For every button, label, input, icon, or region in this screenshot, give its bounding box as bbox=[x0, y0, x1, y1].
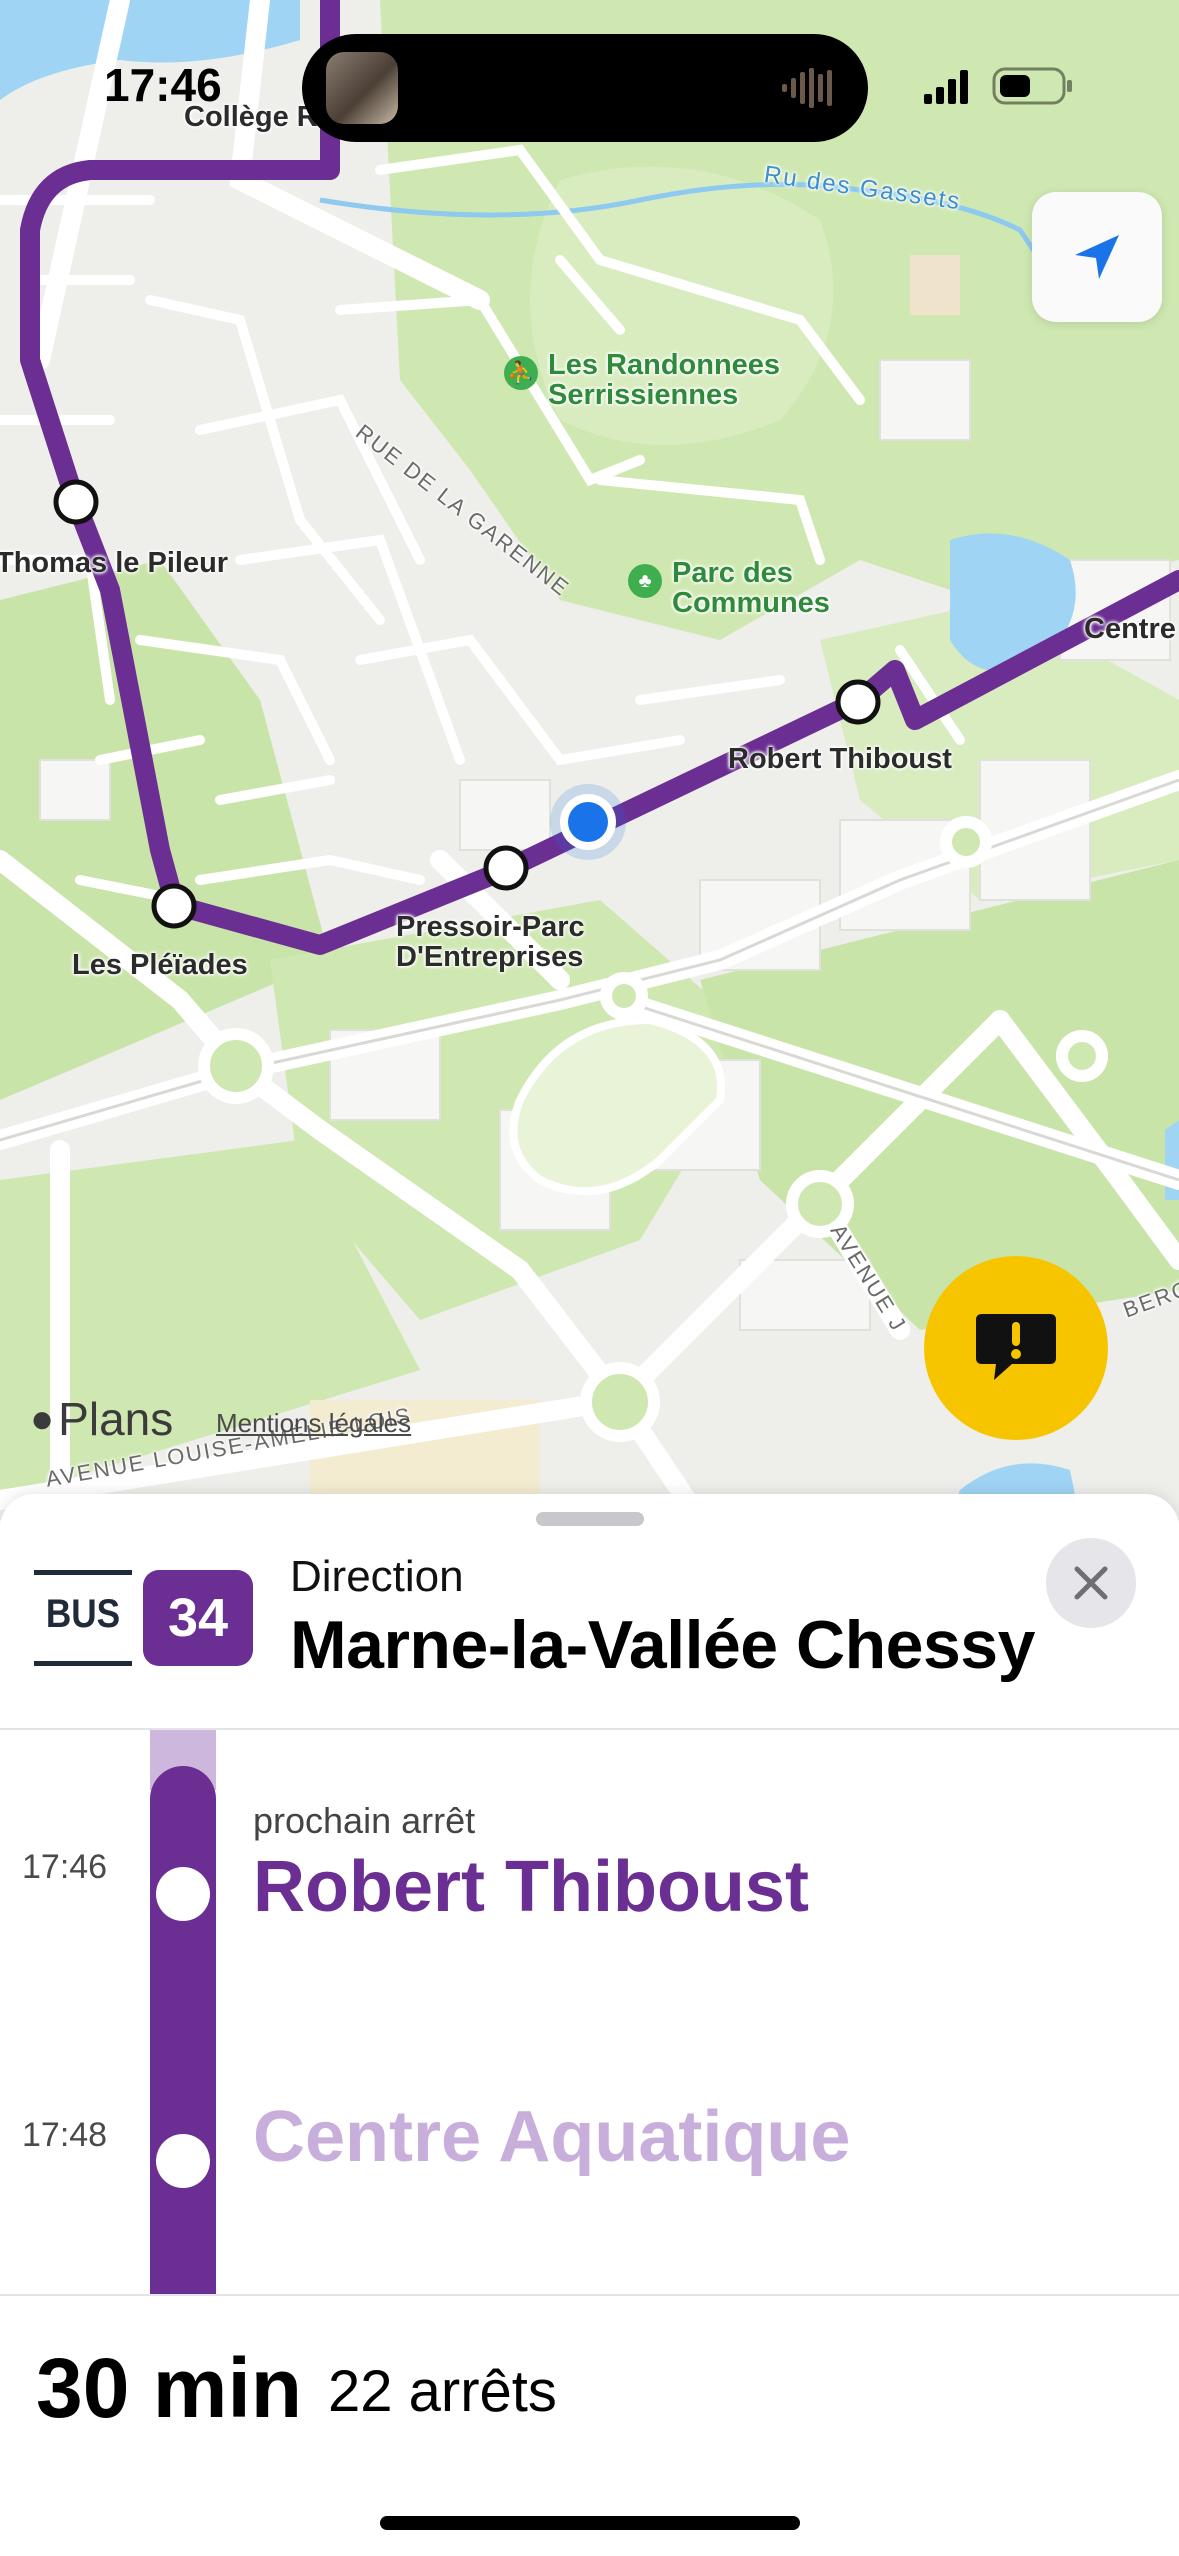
tree-icon: ♣ bbox=[628, 564, 662, 598]
next-stop-label: prochain arrêt bbox=[253, 1800, 476, 1841]
stop-name-future[interactable]: Centre Aquatique bbox=[253, 2096, 850, 2178]
poi-label: Parc des Communes bbox=[672, 557, 830, 620]
stop-time: 17:48 bbox=[22, 2116, 108, 2154]
map-stop-label[interactable]: Pressoir-Parc D'Entreprises bbox=[396, 912, 636, 973]
map-stop-marker bbox=[151, 883, 197, 929]
stops-count: 22 arrêts bbox=[328, 2359, 557, 2424]
battery-icon bbox=[992, 67, 1072, 105]
close-button[interactable] bbox=[1046, 1538, 1136, 1628]
report-issue-button[interactable] bbox=[924, 1256, 1108, 1440]
map-stop-label[interactable]: Centre bbox=[1084, 614, 1176, 645]
poi-randonnees[interactable]: ⛹ Les Randonnees Serrissiennes bbox=[504, 350, 818, 411]
legal-notice-link[interactable]: Mentions légales bbox=[216, 1408, 411, 1439]
bus-mode-label: BUS bbox=[45, 1592, 121, 1636]
stop-marker bbox=[156, 2134, 210, 2188]
line-number-badge: 34 bbox=[143, 1570, 253, 1666]
home-indicator[interactable] bbox=[380, 2516, 800, 2530]
stop-name-next[interactable]: Robert Thiboust bbox=[253, 1846, 809, 1928]
stop-marker bbox=[156, 1867, 210, 1921]
location-arrow-icon bbox=[1075, 235, 1119, 279]
map-stop-label[interactable]: Les Pléïades bbox=[72, 950, 248, 981]
map-stop-marker bbox=[483, 845, 529, 891]
map-stop-label[interactable]: Thomas le Pileur bbox=[0, 548, 228, 579]
direction-label: Direction bbox=[290, 1552, 464, 1601]
locate-me-button[interactable] bbox=[1032, 192, 1162, 322]
audio-waveform-icon bbox=[782, 68, 832, 108]
exclamation-bubble-icon bbox=[976, 1314, 1056, 1380]
close-icon bbox=[1074, 1566, 1108, 1600]
poi-label: Les Randonnees Serrissiennes bbox=[548, 349, 781, 412]
poi-parc[interactable]: ♣ Parc des Communes bbox=[628, 558, 872, 619]
route-progress-bar bbox=[150, 1766, 216, 2294]
apple-logo-icon: ● bbox=[30, 1396, 55, 1441]
user-location-dot bbox=[568, 802, 608, 842]
bus-mode-icon: BUS bbox=[34, 1570, 132, 1666]
hiking-icon: ⛹ bbox=[504, 356, 538, 390]
divider bbox=[0, 2294, 1179, 2296]
map-stop-marker bbox=[835, 679, 881, 725]
sheet-grabber[interactable] bbox=[536, 1512, 644, 1526]
maps-attribution: ● Plans bbox=[30, 1392, 173, 1446]
cellular-signal-icon bbox=[924, 70, 968, 104]
dynamic-island[interactable] bbox=[302, 34, 868, 142]
stop-time: 17:46 bbox=[22, 1848, 108, 1886]
map-stop-label[interactable]: Robert Thiboust bbox=[728, 744, 952, 775]
now-playing-artwork bbox=[326, 52, 398, 124]
map-stop-marker bbox=[53, 479, 99, 525]
status-time: 17:46 bbox=[104, 59, 222, 111]
trip-duration: 30 min bbox=[36, 2341, 303, 2435]
attribution-text: Plans bbox=[58, 1393, 174, 1445]
direction-name: Marne-la-Vallée Chessy bbox=[290, 1607, 1035, 1683]
